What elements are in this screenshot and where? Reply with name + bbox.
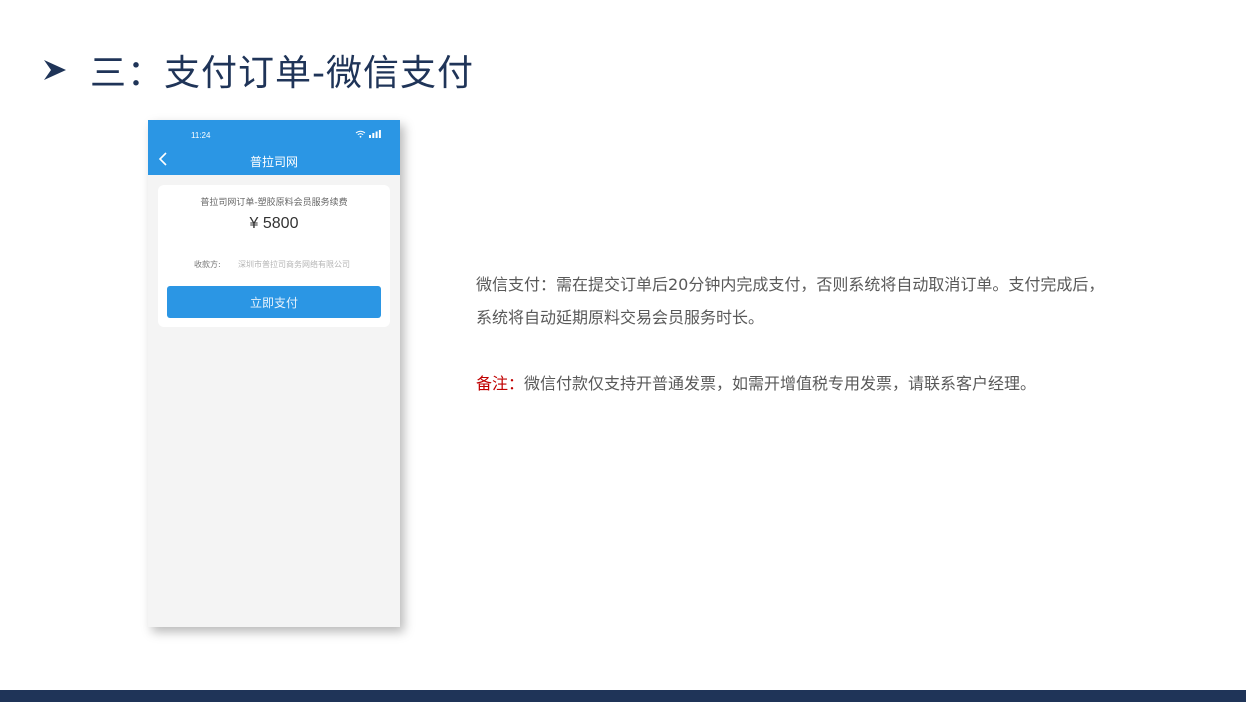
nav-title: 普拉司网 (249, 155, 298, 169)
status-time: 11:24 (191, 131, 211, 140)
footer-bar (0, 690, 1246, 702)
status-icons (355, 130, 381, 138)
note-label: 备注： (476, 374, 525, 393)
payee-label: 收款方: (194, 260, 221, 269)
slide-title-text: 三：支付订单-微信支付 (90, 53, 474, 94)
payee-name: 深圳市普拉司商务网络有限公司 (238, 260, 350, 269)
order-card: 普拉司网订单-塑胶原料会员服务续费 ¥ 5800 收款方: 深圳市普拉司商务网络… (158, 185, 390, 327)
signal-icon (369, 130, 381, 138)
note-paragraph: 备注：微信付款仅支持开普通发票，如需开增值税专用发票，请联系客户经理。 (476, 367, 1116, 400)
phone-header: 11:24 普拉司网 (148, 120, 400, 175)
slide-title: 三：支付订单-微信支付 (42, 48, 474, 94)
wifi-icon (355, 130, 366, 138)
note-text: 微信付款仅支持开普通发票，如需开增值税专用发票，请联系客户经理。 (524, 374, 1037, 393)
payment-description: 微信支付：需在提交订单后20分钟内完成支付，否则系统将自动取消订单。支付完成后，… (476, 275, 1105, 327)
arrow-bullet-icon (44, 60, 66, 80)
phone-screenshot: 11:24 普拉司网 普拉司网订单-塑胶原料会员服务续费 ¥ 5800 收款方:… (148, 120, 400, 627)
description: 微信支付：需在提交订单后20分钟内完成支付，否则系统将自动取消订单。支付完成后，… (476, 268, 1116, 400)
pay-now-button[interactable]: 立即支付 (167, 286, 381, 318)
order-amount: ¥ 5800 (249, 215, 299, 232)
order-name: 普拉司网订单-塑胶原料会员服务续费 (200, 198, 348, 208)
